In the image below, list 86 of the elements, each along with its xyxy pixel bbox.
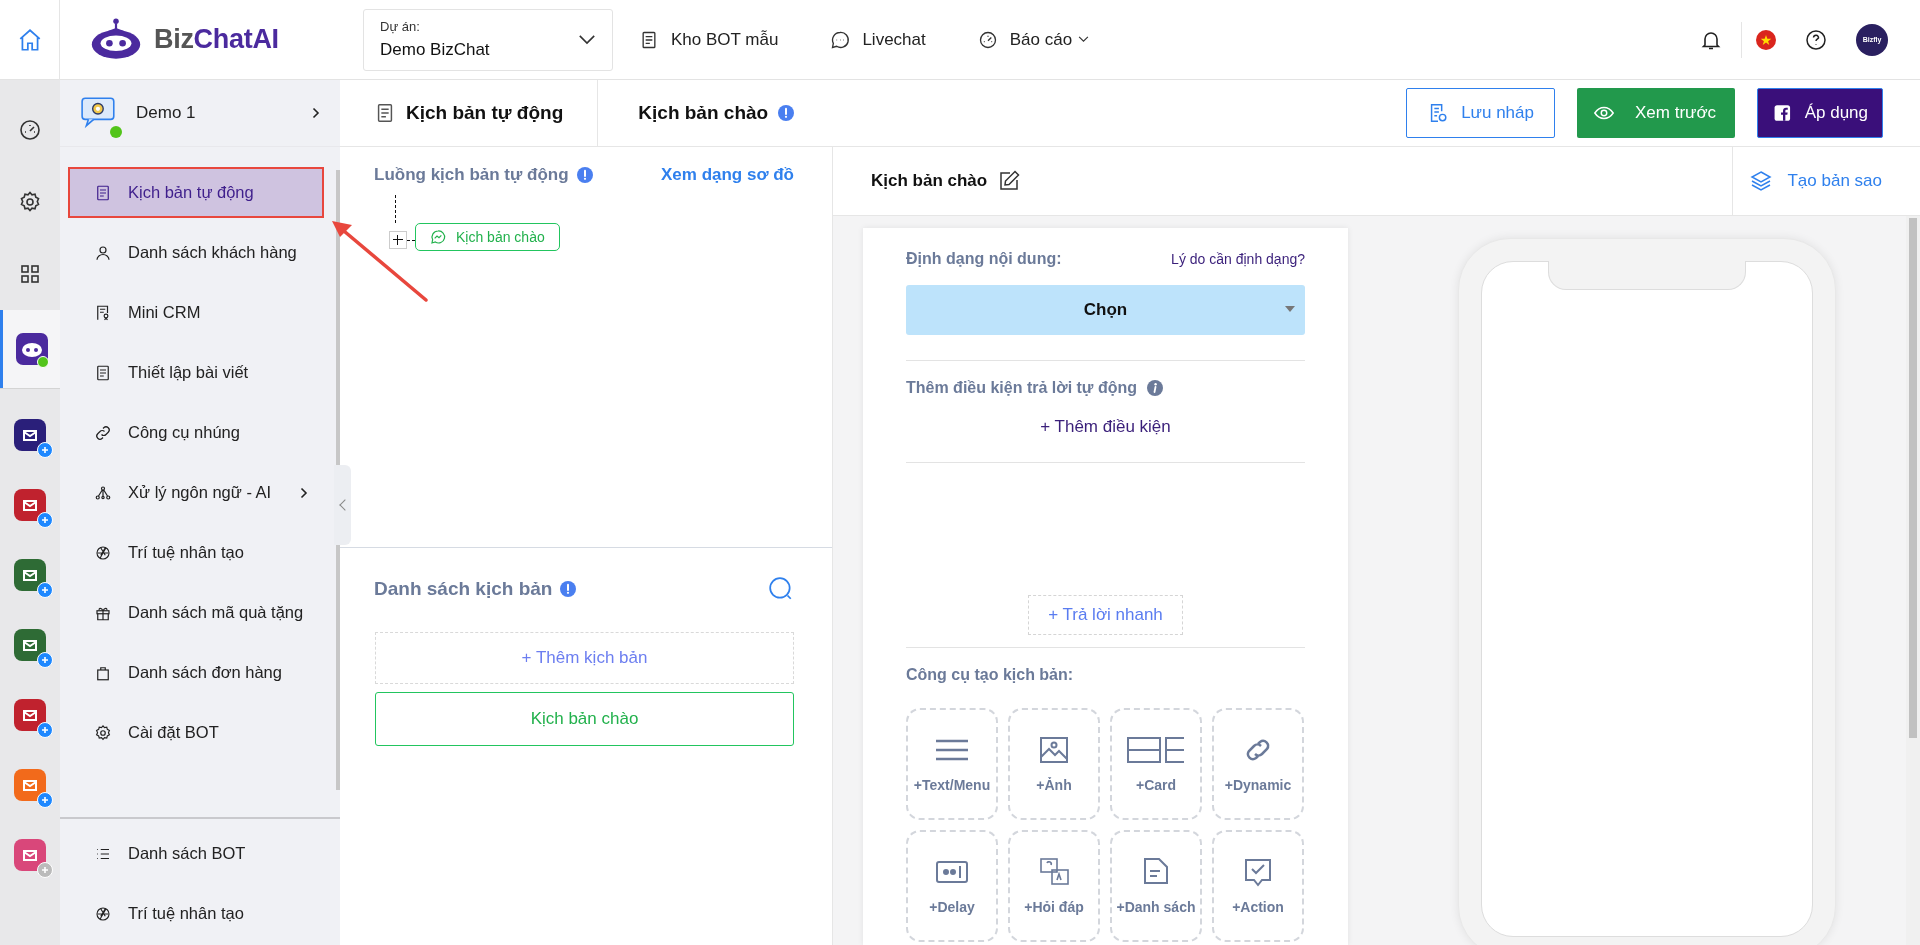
script-title: Kịch bản chào (871, 171, 988, 191)
section-title: Luồng kịch bản tự động (374, 165, 569, 185)
plus-badge-icon[interactable] (37, 582, 53, 598)
project-dropdown[interactable]: Dự án: Demo BizChat (363, 8, 613, 71)
breadcrumb-item[interactable]: Kịch bản chào (598, 80, 829, 146)
search-icon[interactable] (768, 576, 794, 602)
app-icon[interactable] (14, 559, 46, 591)
app-icon[interactable] (14, 699, 46, 731)
chat-gear-icon (80, 96, 118, 130)
help-icon[interactable] (1804, 27, 1828, 52)
nav-link[interactable]: Livechat (830, 29, 926, 50)
info-icon (1147, 380, 1163, 396)
quick-reply-button[interactable]: + Trả lời nhanh (1028, 595, 1183, 635)
chevron-right-icon (300, 486, 308, 499)
sidebar-item[interactable]: Danh sách khách hàng (68, 227, 324, 278)
plus-badge-icon[interactable] (37, 722, 53, 738)
format-select[interactable]: Chọn (906, 285, 1305, 335)
logo-text: BizChatAI (154, 24, 279, 55)
tool-button[interactable]: +Hỏi đáp (1008, 830, 1100, 942)
breadcrumb-item[interactable]: Kịch bản tự động (340, 80, 599, 146)
flag-icon[interactable] (1756, 29, 1776, 50)
settings-icon (18, 190, 42, 214)
section-title: Công cụ tạo kịch bản: (906, 666, 1075, 684)
sidebar-item[interactable]: Trí tuệ nhân tạo (68, 527, 324, 578)
section-title: Danh sách kịch bản (374, 578, 553, 600)
field-label: Định dạng nội dung: (906, 250, 1062, 268)
sidebar-item[interactable]: Công cụ nhúng (68, 407, 324, 458)
sidebar-item[interactable]: Danh sách BOT (68, 828, 332, 879)
nav-link[interactable]: Kho BOT mẫu (639, 29, 779, 50)
nodes-icon (94, 483, 112, 502)
knot-icon (94, 543, 112, 562)
link-icon (94, 423, 112, 442)
chevron-down-icon (1078, 36, 1090, 43)
tool-button[interactable]: +Delay (906, 830, 998, 942)
add-condition-link[interactable]: + Thêm điều kiện (1040, 417, 1171, 437)
chevron-down-icon (578, 34, 596, 45)
apply-button[interactable]: Áp dụng (1757, 88, 1883, 138)
scrollbar-thumb[interactable] (1909, 218, 1917, 738)
sidebar-item[interactable]: Cài đặt BOT (68, 707, 324, 758)
app-icon[interactable] (14, 629, 46, 661)
knot-icon (94, 904, 112, 923)
help-link[interactable]: Lý do cần định dạng? (1171, 251, 1305, 267)
sidebar-item[interactable]: Kịch bản tự động (68, 167, 324, 218)
gauge-icon (977, 29, 998, 50)
tool-button[interactable]: +Dynamic (1212, 708, 1304, 820)
expand-toggle[interactable] (389, 231, 407, 249)
document-icon (94, 183, 112, 202)
bot-name: Demo 1 (136, 103, 197, 123)
tool-button[interactable]: +Ảnh (1008, 708, 1100, 820)
sidebar-item[interactable]: Mini CRM (68, 287, 324, 338)
tool-button[interactable]: +Danh sách (1110, 830, 1202, 942)
edit-icon[interactable] (997, 169, 1022, 193)
chevron-right-icon[interactable] (312, 107, 320, 119)
info-icon (560, 581, 577, 597)
plus-badge-icon[interactable] (37, 442, 53, 458)
messenger-icon (430, 229, 446, 245)
sidebar-item[interactable]: Thiết lập bài viết (68, 347, 324, 398)
app-icon[interactable] (14, 489, 46, 521)
layers-icon (1749, 169, 1774, 193)
settings-icon (94, 723, 112, 742)
sidebar-item[interactable]: Trí tuệ nhân tạo (68, 888, 332, 939)
tool-button[interactable]: +Text/Menu (906, 708, 998, 820)
document-icon (94, 363, 112, 382)
section-title: Thêm điều kiện trả lời tự động (906, 379, 1137, 397)
facebook-icon (1772, 102, 1793, 124)
plus-badge-icon[interactable] (37, 652, 53, 668)
nav-link[interactable]: Báo cáo (977, 29, 1090, 50)
diagram-view-link[interactable]: Xem dạng sơ đồ (661, 165, 794, 185)
preview-button[interactable]: Xem trước (1577, 88, 1735, 138)
tool-button[interactable]: +Action (1212, 830, 1304, 942)
info-icon (576, 167, 593, 183)
user-icon (94, 243, 112, 262)
robot-icon (15, 333, 48, 365)
plus-badge-icon[interactable] (37, 512, 53, 528)
sidebar-item[interactable]: Danh sách mã quà tặng (68, 587, 324, 638)
save-draft-button[interactable]: Lưu nháp (1406, 88, 1555, 138)
caret-down-icon (1285, 306, 1295, 312)
sidebar-item[interactable]: Danh sách đơn hàng (68, 647, 324, 698)
grid-icon (18, 262, 42, 286)
info-icon (778, 105, 795, 121)
add-script-button[interactable]: + Thêm kịch bản (375, 632, 794, 684)
app-icon[interactable] (14, 419, 46, 451)
sidebar-item[interactable]: Xử lý ngôn ngữ - AI (68, 467, 324, 518)
chat-icon (830, 29, 851, 50)
gauge-icon (18, 118, 42, 142)
tool-button[interactable]: +Card (1110, 708, 1202, 820)
